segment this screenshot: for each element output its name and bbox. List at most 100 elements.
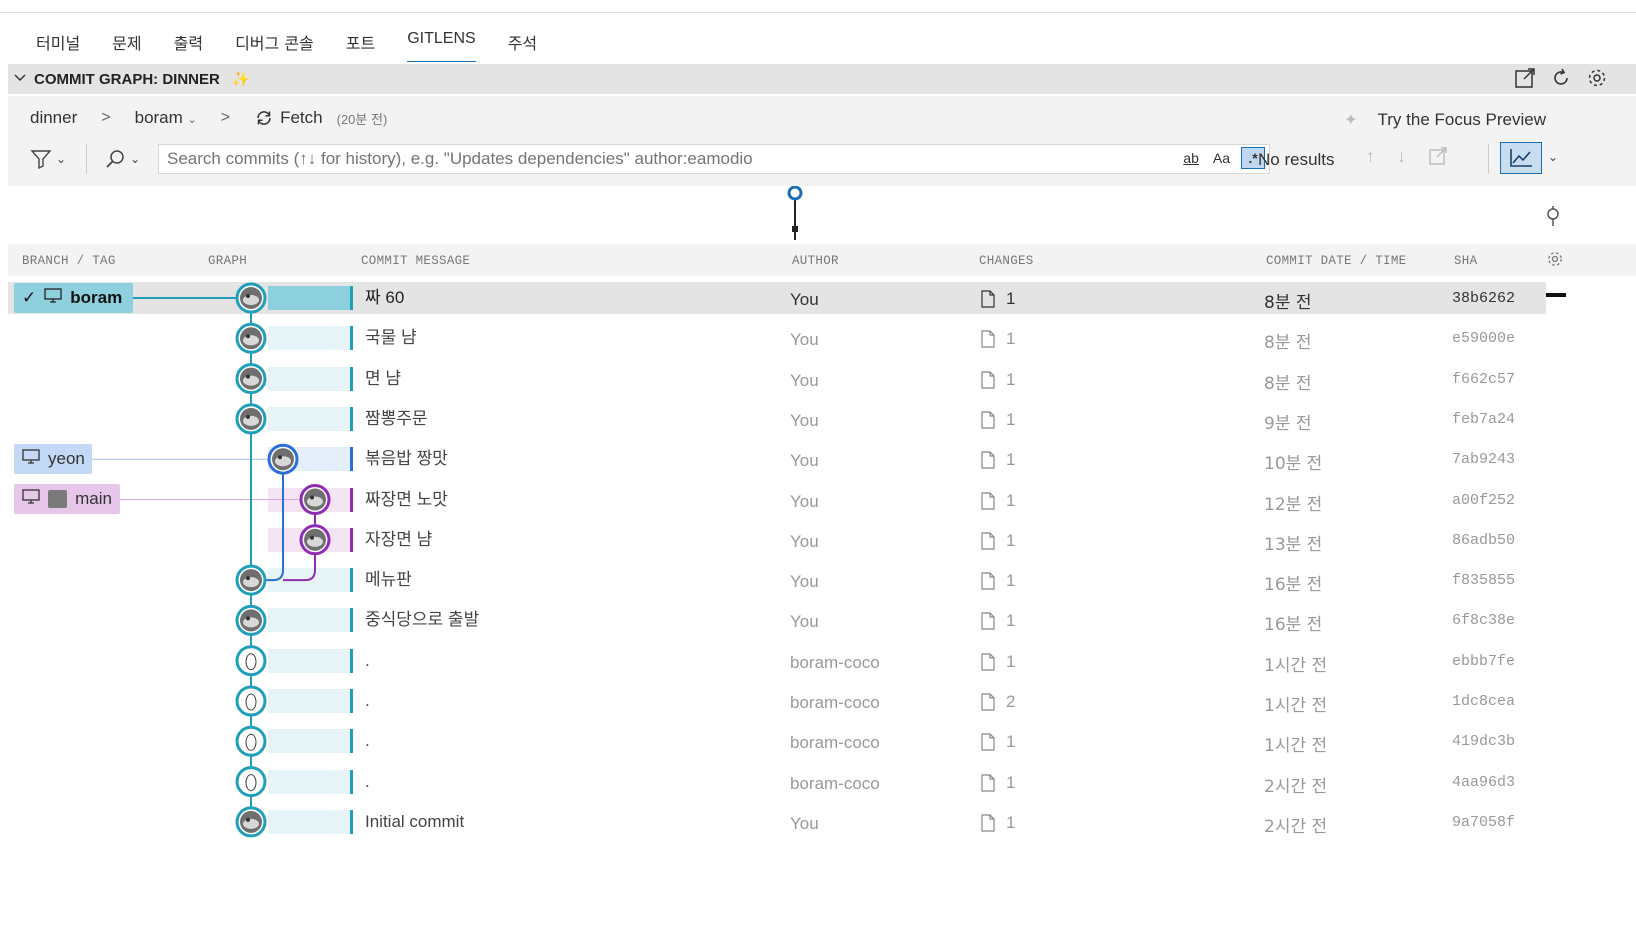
match-whole-word-toggle[interactable]: ab (1180, 148, 1202, 168)
commit-date: 8분 전 (1264, 293, 1312, 313)
commit-changes: 1 (980, 531, 1015, 551)
arrow-down-icon[interactable]: ↓ (1397, 146, 1406, 171)
commit-sha[interactable]: 38b6262 (1452, 290, 1515, 307)
col-graph[interactable]: GRAPH (208, 254, 247, 268)
commit-sha[interactable]: e59000e (1452, 330, 1515, 347)
table-row[interactable]: 자장면 냠 You 1 13분 전 86adb50 (8, 524, 1546, 556)
col-changes[interactable]: CHANGES (979, 254, 1034, 268)
open-in-view-icon[interactable] (1428, 146, 1448, 171)
focus-preview-link[interactable]: ✦ Try the Focus Preview (1344, 110, 1546, 130)
table-row[interactable]: 메뉴판 You 1 16분 전 f835855 (8, 564, 1546, 596)
commit-author: You (790, 612, 819, 632)
filter-icon (30, 150, 52, 170)
table-row[interactable]: 면 냠 You 1 8분 전 f662c57 (8, 363, 1546, 395)
commit-sha[interactable]: ebbb7fe (1452, 653, 1515, 670)
tab-output[interactable]: 출력 (158, 26, 219, 62)
table-row[interactable]: . boram-coco 1 2시간 전 4aa96d3 (8, 766, 1546, 798)
scroll-marker (1546, 293, 1566, 297)
table-row[interactable]: . boram-coco 2 1시간 전 1dc8cea (8, 685, 1546, 717)
breadcrumb-repo[interactable]: dinner (30, 108, 77, 128)
tab-debug-console[interactable]: 디버그 콘솔 (219, 26, 330, 62)
search-input[interactable]: ab Aa .* (158, 144, 1270, 174)
table-row[interactable]: 국물 냠 You 1 8분 전 e59000e (8, 322, 1546, 354)
commit-date: 8분 전 (1264, 333, 1312, 354)
commit-message: 짬뽕주문 (350, 406, 428, 431)
tab-comments[interactable]: 주석 (492, 26, 553, 62)
file-icon (981, 612, 995, 630)
graph-lane-bg (268, 689, 350, 713)
graph-lane-bg (268, 568, 350, 593)
match-case-toggle[interactable]: Aa (1210, 148, 1233, 168)
tab-gitlens[interactable]: GITLENS (391, 26, 491, 62)
commit-sha[interactable]: a00f252 (1452, 492, 1515, 509)
commit-sha[interactable]: 86adb50 (1452, 532, 1515, 549)
file-icon (981, 532, 995, 550)
commit-author: You (790, 410, 819, 430)
commit-changes: 1 (980, 813, 1015, 833)
commit-sha[interactable]: 6f8c38e (1452, 612, 1515, 629)
tab-problems[interactable]: 문제 (96, 26, 157, 62)
branch-label-boram[interactable]: ✓ boram (14, 283, 133, 313)
col-author[interactable]: AUTHOR (792, 254, 839, 268)
file-icon (981, 370, 995, 389)
commit-author: You (790, 572, 819, 592)
file-icon (981, 491, 995, 510)
search-field[interactable] (165, 148, 1129, 170)
col-branch-tag[interactable]: BRANCH / TAG (22, 254, 116, 268)
minimap-toggle-button[interactable] (1500, 142, 1542, 174)
commit-sha[interactable]: f835855 (1452, 572, 1515, 589)
col-date[interactable]: COMMIT DATE / TIME (1266, 254, 1406, 268)
commit-sha[interactable]: 7ab9243 (1452, 451, 1515, 468)
open-external-icon[interactable] (1514, 67, 1536, 94)
filter-button[interactable]: ⌄ (30, 148, 66, 170)
table-row[interactable]: 짜 60 You 1 8분 전 38b6262 (8, 282, 1546, 314)
commit-date: 9분 전 (1264, 413, 1312, 434)
table-row[interactable]: 볶음밥 짱맛 You 1 10분 전 7ab9243 (8, 443, 1546, 475)
table-row[interactable]: 중식당으로 출발 You 1 16분 전 6f8c38e (8, 604, 1546, 636)
commit-sha[interactable]: 419dc3b (1452, 733, 1515, 750)
branch-label-main[interactable]: main (14, 484, 120, 514)
table-row[interactable]: 짬뽕주문 You 1 9분 전 feb7a24 (8, 403, 1546, 435)
table-row[interactable]: . boram-coco 1 1시간 전 419dc3b (8, 725, 1546, 757)
file-icon (981, 451, 995, 469)
breadcrumb-branch[interactable]: boram ⌄ (135, 108, 197, 128)
focus-preview-label: Try the Focus Preview (1377, 110, 1546, 129)
fetch-button[interactable]: Fetch (20분 전) (254, 108, 387, 128)
col-sha[interactable]: SHA (1454, 254, 1477, 268)
chevron-down-icon[interactable]: ⌄ (1548, 150, 1558, 164)
commit-sha[interactable]: 1dc8cea (1452, 693, 1515, 710)
branch-label-yeon[interactable]: yeon (14, 444, 92, 474)
search-mode-button[interactable]: ⌄ (104, 148, 140, 170)
chevron-right-icon: > (101, 109, 111, 126)
sync-icon (257, 111, 271, 125)
file-icon (981, 653, 995, 671)
graph-lane-bg (268, 769, 350, 794)
column-settings-icon[interactable] (1546, 250, 1564, 272)
chevron-down-icon[interactable] (14, 72, 30, 87)
commit-sha[interactable]: 9a7058f (1452, 814, 1515, 831)
sparkle-icon: ✦ (1344, 112, 1358, 129)
changes-count: 1 (1006, 289, 1016, 308)
commit-date: 1시간 전 (1264, 736, 1328, 757)
graph-lane-bg (268, 326, 350, 351)
graph-lane-bg (268, 648, 350, 673)
tab-terminal[interactable]: 터미널 (20, 26, 96, 62)
table-row[interactable]: 짜장면 노맛 You 1 12분 전 a00f252 (8, 484, 1546, 516)
commit-sha[interactable]: f662c57 (1452, 371, 1515, 388)
commit-message: . (350, 648, 370, 673)
col-message[interactable]: COMMIT MESSAGE (361, 254, 470, 268)
file-icon (981, 773, 995, 792)
commit-graph-header[interactable]: COMMIT GRAPH: DINNER ✨ (8, 64, 1636, 94)
commit-changes: 1 (980, 773, 1015, 793)
tab-ports[interactable]: 포트 (330, 26, 391, 62)
gear-icon[interactable] (1586, 67, 1608, 94)
table-row[interactable]: Initial commit You 1 2시간 전 9a7058f (8, 806, 1546, 838)
graph-minimap[interactable] (8, 185, 1636, 242)
commit-message: Initial commit (350, 809, 464, 834)
refresh-icon[interactable] (1550, 67, 1572, 94)
commit-message: . (350, 769, 370, 794)
commit-sha[interactable]: feb7a24 (1452, 411, 1515, 428)
commit-sha[interactable]: 4aa96d3 (1452, 774, 1515, 791)
table-row[interactable]: . boram-coco 1 1시간 전 ebbb7fe (8, 645, 1546, 677)
arrow-up-icon[interactable]: ↑ (1366, 146, 1375, 171)
